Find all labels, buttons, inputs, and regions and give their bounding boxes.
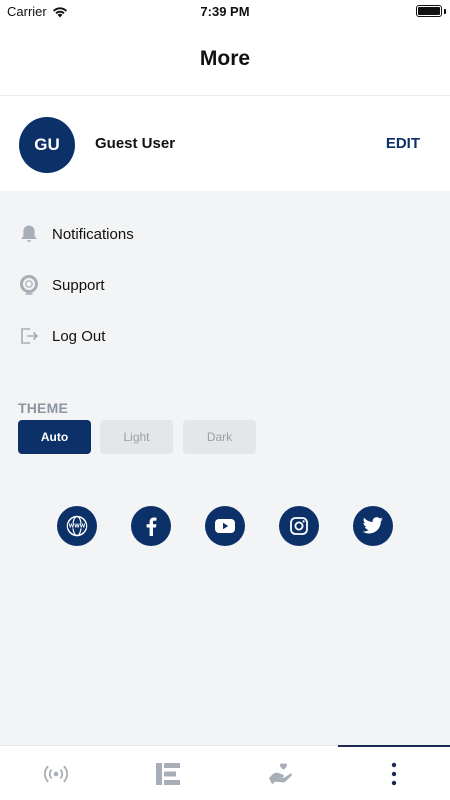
bell-icon xyxy=(19,224,39,244)
logo-e-icon[interactable] xyxy=(112,746,224,800)
hand-heart-icon[interactable] xyxy=(225,746,337,800)
nav-header: More xyxy=(0,24,450,96)
theme-heading: THEME xyxy=(18,400,68,416)
website-icon[interactable]: WWW xyxy=(57,506,97,546)
profile-section: GU Guest User EDIT xyxy=(0,97,450,191)
lifebuoy-icon xyxy=(19,275,39,295)
menu-label-logout: Log Out xyxy=(52,327,106,345)
battery-tip xyxy=(444,9,446,14)
theme-dark-button[interactable]: Dark xyxy=(183,420,256,454)
theme-auto-button[interactable]: Auto xyxy=(18,420,91,454)
twitter-icon[interactable] xyxy=(353,506,393,546)
menu-label-support: Support xyxy=(52,276,105,294)
facebook-icon[interactable] xyxy=(131,506,171,546)
tab-bar xyxy=(0,745,450,800)
logout-icon xyxy=(19,326,39,346)
page-title: More xyxy=(199,47,251,70)
battery-icon xyxy=(416,5,442,17)
menu-item-support[interactable]: Support xyxy=(0,265,450,305)
broadcast-icon[interactable] xyxy=(0,746,112,800)
avatar[interactable]: GU xyxy=(19,117,75,173)
theme-light-button[interactable]: Light xyxy=(100,420,173,454)
menu-item-notifications[interactable]: Notifications xyxy=(0,214,450,254)
menu-item-logout[interactable]: Log Out xyxy=(0,316,450,356)
youtube-icon[interactable] xyxy=(205,506,245,546)
instagram-icon[interactable] xyxy=(279,506,319,546)
content-area: Notifications Support Log Out THEME Auto… xyxy=(0,191,450,745)
status-bar: Carrier 7:39 PM xyxy=(0,0,450,24)
profile-name: Guest User xyxy=(95,135,176,152)
svg-text:WWW: WWW xyxy=(69,524,86,530)
more-vertical-icon[interactable] xyxy=(338,746,450,800)
status-time: 7:39 PM xyxy=(200,4,250,19)
menu-label-notifications: Notifications xyxy=(52,225,134,243)
edit-profile-button[interactable]: EDIT xyxy=(386,135,420,152)
